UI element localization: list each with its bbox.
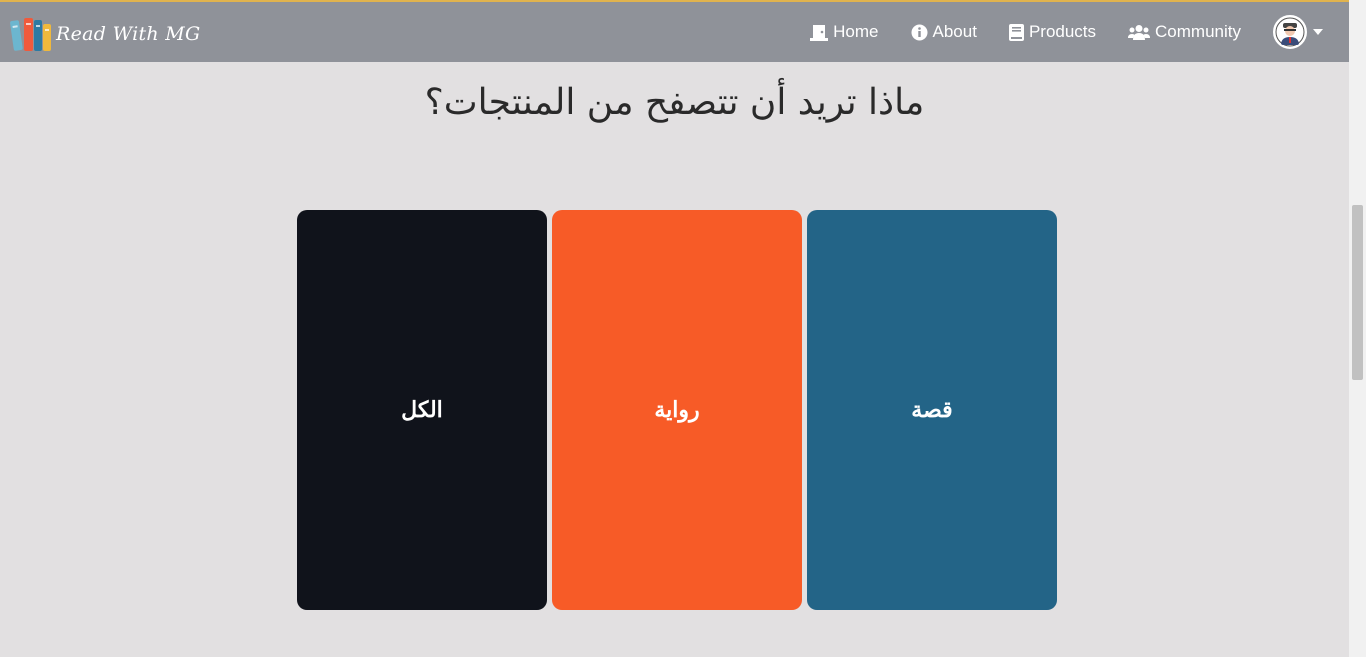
nav-products[interactable]: Products (1008, 22, 1097, 42)
nav-community-label: Community (1155, 22, 1241, 41)
books-logo-icon (9, 17, 52, 51)
nav-home-label: Home (833, 22, 879, 41)
nav-home[interactable]: Home (810, 22, 879, 42)
nav-about[interactable]: About (911, 22, 977, 42)
category-card-novel[interactable]: رواية (552, 210, 802, 610)
navbar: Read With MG Home About Products Communi… (0, 2, 1349, 62)
book-icon (1008, 23, 1024, 41)
info-icon (911, 24, 927, 40)
category-cards: الكل رواية قصة (297, 210, 1057, 610)
brand-logo[interactable]: Read With MG (9, 16, 201, 52)
page-title: ماذا تريد أن تتصفح من المنتجات؟ (424, 82, 925, 123)
door-icon (810, 24, 829, 41)
page-scrollbar[interactable] (1349, 0, 1366, 657)
brand-name: Read With MG (56, 23, 201, 45)
scrollbar-thumb[interactable] (1352, 205, 1363, 380)
nav-community[interactable]: Community (1128, 22, 1241, 42)
category-card-label: رواية (654, 397, 700, 423)
category-card-label: الكل (401, 397, 443, 423)
nav-products-label: Products (1028, 22, 1097, 41)
nav-about-label: About (932, 22, 977, 41)
user-menu-toggle[interactable] (1273, 15, 1323, 49)
chevron-down-icon (1313, 29, 1323, 35)
users-icon (1128, 25, 1151, 40)
category-card-all[interactable]: الكل (297, 210, 547, 610)
avatar (1273, 15, 1307, 49)
category-card-story[interactable]: قصة (807, 210, 1057, 610)
category-card-label: قصة (911, 397, 953, 423)
nav-menu: Home About Products Community (778, 2, 1323, 62)
